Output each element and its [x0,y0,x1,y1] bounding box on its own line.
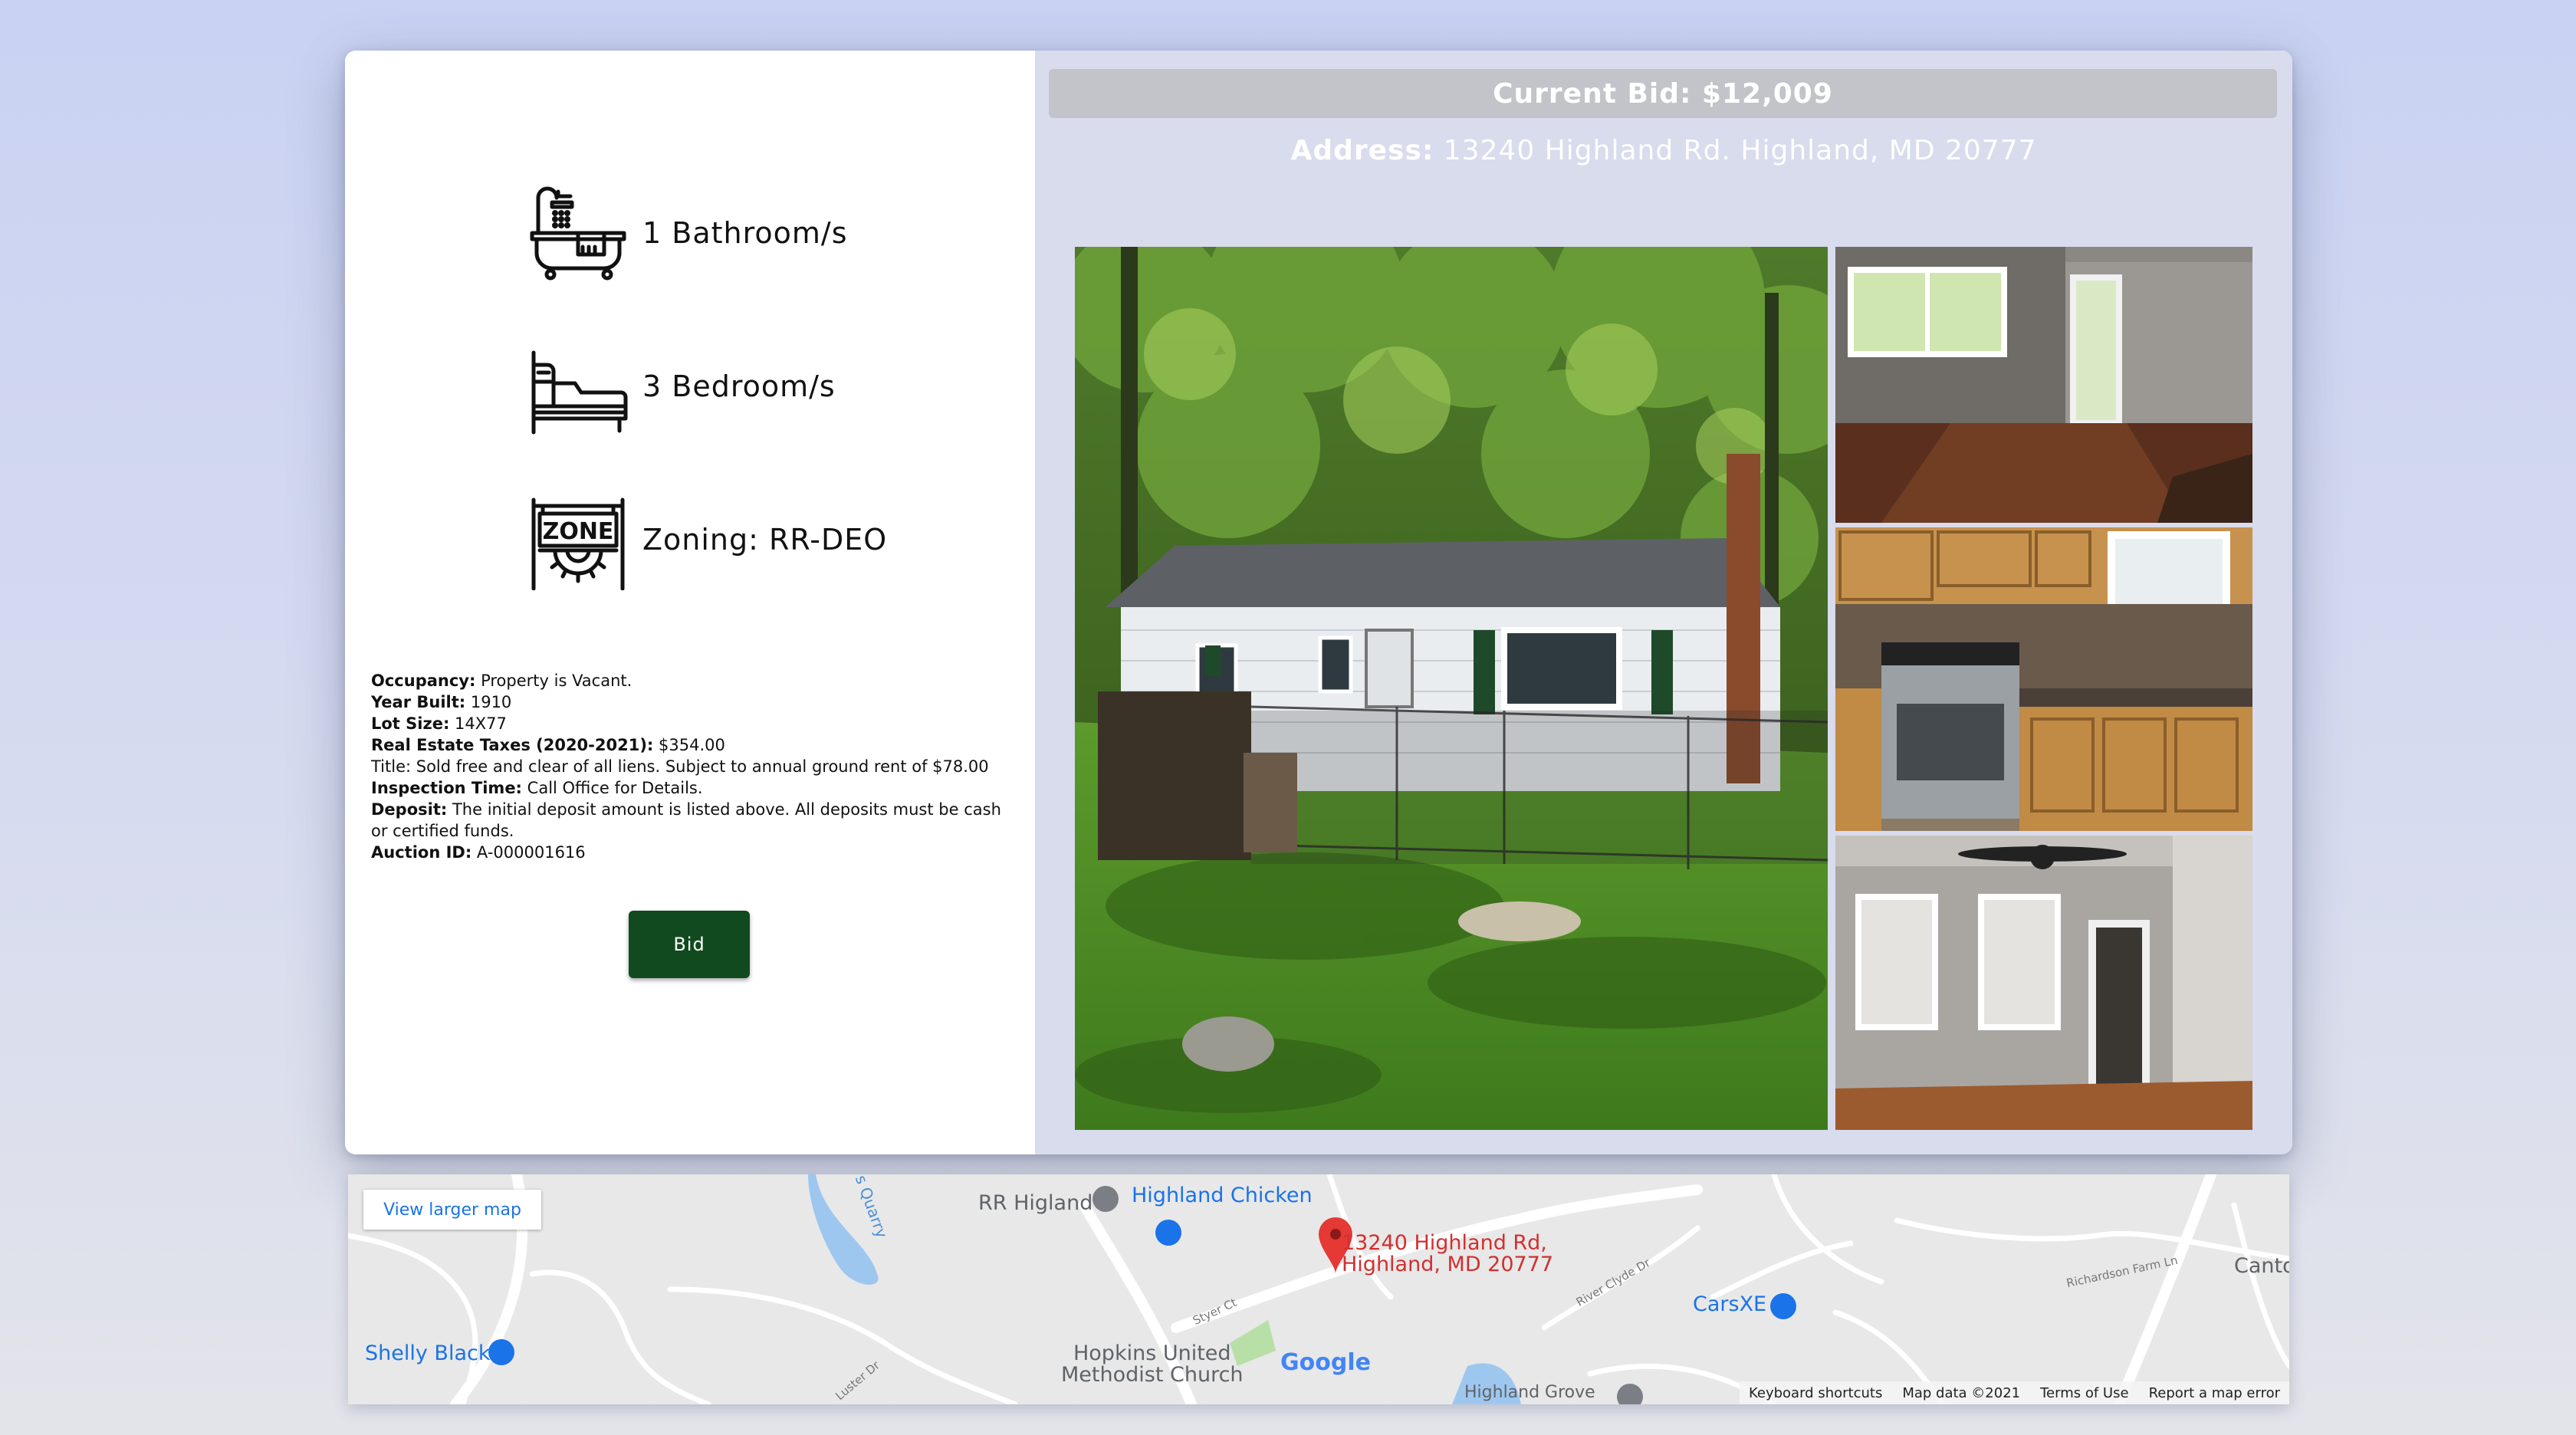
zone-sign-icon: ZONE [531,497,625,590]
place-rr-higland[interactable]: RR Higland [978,1191,1092,1215]
hopkins-line2: Methodist Church [1061,1363,1244,1387]
taxes-value: $354.00 [659,736,725,754]
address-key: Address: [1290,135,1434,166]
zoning-label: Zoning: RR-DEO [642,523,888,557]
occupancy-value: Property is Vacant. [481,672,632,690]
kitchen-photo[interactable] [1835,527,2252,831]
lot-size-row: Lot Size: 14X77 [371,713,1007,734]
pin-label-line2: Highland, MD 20777 [1342,1253,1554,1276]
svg-text:ZONE: ZONE [543,518,614,545]
location-map[interactable]: View larger map RR Higland Highland Chic… [348,1174,2289,1404]
details-panel: 1 Bathroom/s 3 Bedroom/s ZONE Zoning: RR… [345,51,1035,1154]
lot-size-value: 14X77 [455,714,507,733]
photo-gallery [1075,247,2252,1130]
deposit-row: Deposit: The initial deposit amount is l… [371,799,1007,842]
bedrooms-label: 3 Bedroom/s [642,369,836,403]
occupancy-key: Occupancy: [371,672,476,690]
deposit-key: Deposit: [371,800,448,819]
living-room-photo[interactable] [1835,247,2252,523]
bed-icon [531,350,628,435]
year-built-key: Year Built: [371,693,466,711]
property-details: Occupancy: Property is Vacant. Year Buil… [371,670,1007,863]
address-value: 13240 Highland Rd. Highland, MD 20777 [1443,135,2037,166]
inspection-key: Inspection Time: [371,779,522,797]
gallery-panel: Current Bid: $12,009 Address: 13240 High… [1035,51,2292,1154]
place-highland-chicken[interactable]: Highland Chicken [1132,1184,1313,1207]
bathtub-icon [530,186,626,281]
auction-id-value: A-000001616 [476,843,586,862]
place-canto: Canto [2234,1254,2289,1278]
feature-bedrooms: 3 Bedroom/s [527,336,836,437]
pin-label-line1: 13240 Highland Rd, [1342,1231,1547,1255]
auction-id-key: Auction ID: [371,843,472,862]
house-exterior-photo[interactable] [1075,247,1828,1130]
map-pin-label: 13240 Highland Rd, Highland, MD 20777 [1342,1233,1553,1276]
bathrooms-label: 1 Bathroom/s [642,216,848,250]
year-built-row: Year Built: 1910 [371,691,1007,713]
inspection-value: Call Office for Details. [527,779,703,797]
property-card: 1 Bathroom/s 3 Bedroom/s ZONE Zoning: RR… [345,51,2292,1154]
report-map-error-link[interactable]: Report a map error [2149,1385,2280,1401]
keyboard-shortcuts-link[interactable]: Keyboard shortcuts [1749,1385,1882,1401]
view-larger-map-link[interactable]: View larger map [363,1190,541,1230]
map-data-attribution: Map data ©2021 [1902,1384,2021,1401]
place-carsxe[interactable]: CarsXE [1693,1292,1766,1316]
address-line: Address: 13240 Highland Rd. Highland, MD… [1035,135,2292,166]
place-hopkins-church[interactable]: Hopkins United Methodist Church [1061,1343,1244,1386]
current-bid-bar: Current Bid: $12,009 [1049,69,2277,118]
inspection-row: Inspection Time: Call Office for Details… [371,777,1007,799]
auction-id-row: Auction ID: A-000001616 [371,842,1007,863]
google-wordmark: Google [1280,1349,1371,1376]
terms-of-use-link[interactable]: Terms of Use [2040,1385,2128,1401]
bedroom-photo[interactable] [1835,836,2252,1130]
occupancy-row: Occupancy: Property is Vacant. [371,670,1007,691]
bid-button[interactable]: Bid [629,911,750,978]
hopkins-line1: Hopkins United [1073,1341,1231,1365]
title-row: Title: Sold free and clear of all liens.… [371,757,989,776]
place-highland-grove: Highland Grove [1464,1383,1595,1402]
feature-bathrooms: 1 Bathroom/s [527,182,848,284]
map-footer: Keyboard shortcuts Map data ©2021 Terms … [1739,1381,2289,1404]
taxes-row: Real Estate Taxes (2020-2021): $354.00 [371,734,1007,756]
year-built-value: 1910 [470,693,512,711]
deposit-value: The initial deposit amount is listed abo… [371,800,1001,840]
place-shelly-black[interactable]: Shelly Black [365,1341,490,1365]
feature-zoning: ZONE Zoning: RR-DEO [527,489,887,590]
lot-size-key: Lot Size: [371,714,450,733]
taxes-key: Real Estate Taxes (2020-2021): [371,736,654,754]
google-logo: Google [1280,1349,1371,1376]
